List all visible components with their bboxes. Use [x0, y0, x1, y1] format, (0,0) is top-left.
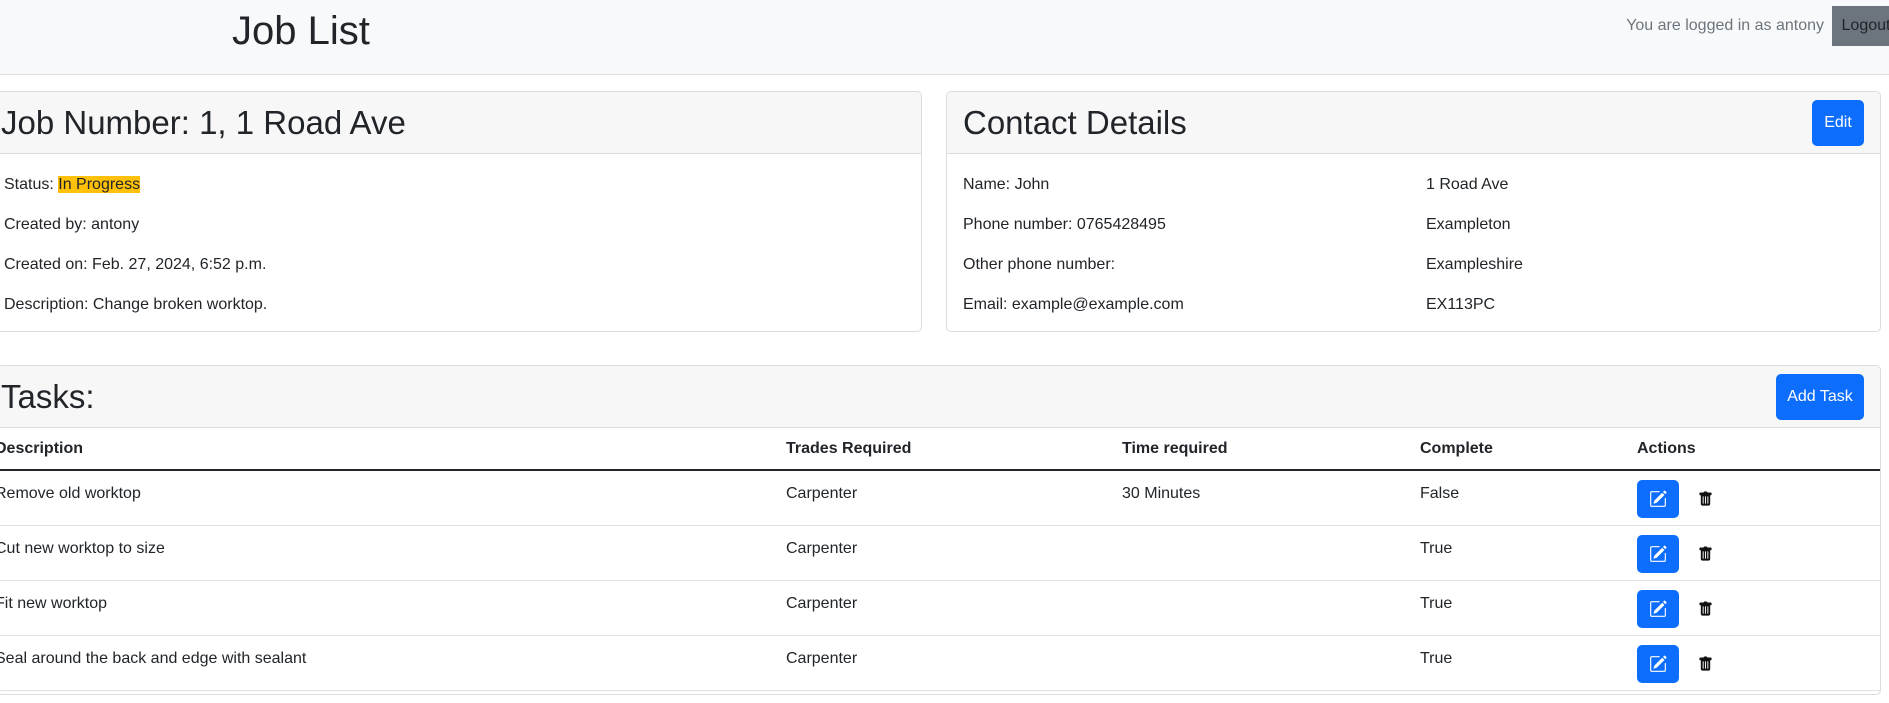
edit-task-button[interactable] — [1637, 589, 1679, 628]
pencil-square-icon — [1650, 655, 1667, 672]
delete-task-button[interactable] — [1695, 590, 1715, 628]
task-actions — [1637, 635, 1880, 691]
job-title: Job Number: 1, 1 Road Ave — [1, 104, 406, 141]
status-field: Status: In Progress — [4, 175, 141, 195]
delete-task-button[interactable] — [1695, 480, 1715, 518]
page-title: Job List — [232, 9, 370, 53]
logout-button[interactable]: Logout — [1832, 6, 1889, 46]
task-description: Cut new worktop to size — [0, 525, 786, 581]
table-row: Fit new worktop Carpenter True — [0, 580, 1880, 636]
add-task-button[interactable]: Add Task — [1776, 374, 1864, 420]
task-actions — [1637, 470, 1880, 526]
tasks-header-row: Description Trades Required Time require… — [0, 428, 1880, 471]
task-complete: True — [1420, 580, 1637, 636]
pencil-square-icon — [1650, 545, 1667, 562]
contact-name: Name: John — [963, 176, 1050, 193]
task-description: Remove old worktop — [0, 470, 786, 526]
task-time: 30 Minutes — [1122, 470, 1420, 526]
task-complete: False — [1420, 470, 1637, 526]
tasks-card: Tasks: Add Task Description Trades Requi… — [0, 365, 1881, 695]
job-details-card: Job Number: 1, 1 Road Ave Status: In Pro… — [0, 91, 922, 332]
tasks-table: Description Trades Required Time require… — [0, 428, 1880, 691]
created-on: Created on: Feb. 27, 2024, 6:52 p.m. — [4, 256, 267, 273]
task-trades: Carpenter — [786, 580, 1122, 636]
pencil-square-icon — [1650, 490, 1667, 507]
edit-task-button[interactable] — [1637, 644, 1679, 683]
tasks-title: Tasks: — [1, 378, 95, 415]
task-complete: True — [1420, 525, 1637, 581]
delete-task-button[interactable] — [1695, 535, 1715, 573]
address-postcode: EX113PC — [1426, 296, 1496, 313]
contact-card-header: Contact Details Edit — [947, 92, 1880, 154]
edit-task-button[interactable] — [1637, 534, 1679, 573]
task-actions — [1637, 525, 1880, 581]
table-row: Cut new worktop to size Carpenter True — [0, 525, 1880, 581]
contact-title: Contact Details — [963, 104, 1187, 141]
task-time — [1122, 635, 1420, 691]
trash-icon — [1699, 656, 1713, 671]
trash-icon — [1699, 601, 1713, 616]
task-time — [1122, 580, 1420, 636]
address-line-2: Exampleton — [1426, 216, 1511, 233]
column-header-complete: Complete — [1420, 428, 1637, 471]
task-trades: Carpenter — [786, 635, 1122, 691]
task-trades: Carpenter — [786, 470, 1122, 526]
column-header-trades: Trades Required — [786, 428, 1122, 471]
column-header-description: Description — [0, 428, 786, 471]
task-time — [1122, 525, 1420, 581]
job-description: Description: Change broken worktop. — [4, 296, 268, 313]
trash-icon — [1699, 546, 1713, 561]
created-by: Created by: antony — [4, 216, 140, 233]
task-complete: True — [1420, 635, 1637, 691]
contact-other-phone: Other phone number: — [963, 256, 1116, 273]
column-header-actions: Actions — [1637, 428, 1880, 471]
status-label: Status: — [4, 176, 54, 193]
navbar: Job List You are logged in as antony Log… — [0, 0, 1889, 75]
edit-task-button[interactable] — [1637, 480, 1679, 518]
contact-phone: Phone number: 0765428495 — [963, 216, 1166, 233]
tasks-card-header: Tasks: Add Task — [0, 366, 1880, 428]
contact-details-card: Contact Details Edit Name: John Phone nu… — [946, 91, 1881, 332]
table-row: Seal around the back and edge with seala… — [0, 635, 1880, 691]
address-line-1: 1 Road Ave — [1426, 176, 1509, 193]
table-row: Remove old worktop Carpenter 30 Minutes … — [0, 470, 1880, 526]
column-header-time: Time required — [1122, 428, 1420, 471]
delete-task-button[interactable] — [1695, 645, 1715, 683]
task-description: Fit new worktop — [0, 580, 786, 636]
trash-icon — [1699, 491, 1713, 506]
status-badge: In Progress — [58, 176, 141, 193]
task-description: Seal around the back and edge with seala… — [0, 635, 786, 691]
contact-email: Email: example@example.com — [963, 296, 1184, 313]
job-card-header: Job Number: 1, 1 Road Ave — [0, 92, 921, 154]
pencil-square-icon — [1650, 600, 1667, 617]
task-trades: Carpenter — [786, 525, 1122, 581]
address-line-3: Exampleshire — [1426, 256, 1523, 273]
logged-in-text: You are logged in as antony — [1626, 17, 1824, 34]
task-actions — [1637, 580, 1880, 636]
edit-contact-button[interactable]: Edit — [1812, 100, 1864, 146]
